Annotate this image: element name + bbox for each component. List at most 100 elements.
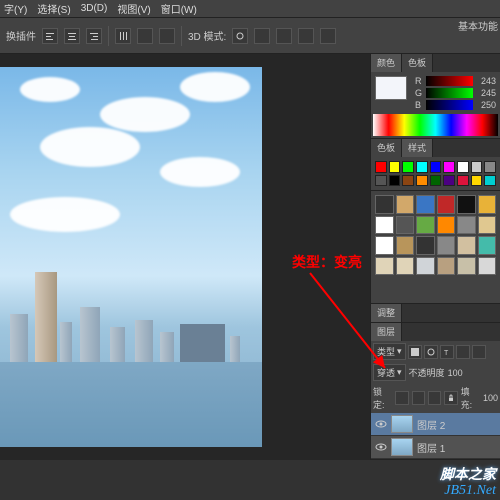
- blend-mode-dropdown[interactable]: 穿透 ▾: [373, 364, 406, 381]
- color-spectrum[interactable]: [373, 114, 498, 136]
- filter-shape-icon[interactable]: [456, 345, 470, 359]
- style-swatch[interactable]: [457, 216, 476, 235]
- distribute-icon[interactable]: [115, 28, 131, 44]
- b-label: B: [415, 100, 423, 110]
- swatch[interactable]: [375, 175, 387, 187]
- b-slider[interactable]: [426, 100, 473, 110]
- style-swatch[interactable]: [416, 195, 435, 214]
- style-swatch[interactable]: [416, 216, 435, 235]
- style-swatch[interactable]: [375, 195, 394, 214]
- swatch[interactable]: [484, 175, 496, 187]
- align-icon[interactable]: [64, 28, 80, 44]
- menu-item[interactable]: 3D(D): [81, 3, 108, 14]
- swatch[interactable]: [375, 161, 387, 173]
- swatch[interactable]: [471, 161, 483, 173]
- color-tab[interactable]: 颜色: [371, 54, 402, 72]
- lock-pixels-icon[interactable]: [412, 391, 425, 405]
- swatch-tab[interactable]: 色板: [402, 54, 433, 72]
- filter-pixel-icon[interactable]: [408, 345, 422, 359]
- swatch[interactable]: [457, 161, 469, 173]
- filter-text-icon[interactable]: T: [440, 345, 454, 359]
- visibility-icon[interactable]: [375, 418, 387, 430]
- style-swatch[interactable]: [396, 216, 415, 235]
- layers-tab[interactable]: 图层: [371, 323, 402, 341]
- swatch[interactable]: [389, 175, 401, 187]
- style-swatch[interactable]: [437, 236, 456, 255]
- style-swatch[interactable]: [437, 216, 456, 235]
- separator: [181, 26, 182, 46]
- filter-smart-icon[interactable]: [472, 345, 486, 359]
- style-swatch[interactable]: [457, 257, 476, 276]
- 3d-icon[interactable]: [254, 28, 270, 44]
- layer-item[interactable]: 图层 2: [371, 413, 500, 436]
- menu-item[interactable]: 选择(S): [37, 1, 70, 16]
- adjust-tab[interactable]: 调整: [371, 304, 402, 322]
- swatch[interactable]: [443, 161, 455, 173]
- swatch[interactable]: [416, 161, 428, 173]
- foreground-color[interactable]: [375, 76, 407, 100]
- 3d-icon[interactable]: [298, 28, 314, 44]
- style-swatch[interactable]: [375, 236, 394, 255]
- swatch-tab[interactable]: 色板: [371, 139, 402, 157]
- swatch[interactable]: [457, 175, 469, 187]
- lock-all-icon[interactable]: [444, 391, 457, 405]
- distribute-icon[interactable]: [159, 28, 175, 44]
- r-slider[interactable]: [426, 76, 473, 86]
- 3d-icon[interactable]: [320, 28, 336, 44]
- filter-type-dropdown[interactable]: 类型 ▾: [373, 343, 406, 360]
- 3d-mode-label: 3D 模式:: [188, 28, 226, 43]
- layer-thumbnail[interactable]: [391, 438, 413, 456]
- swatch[interactable]: [430, 175, 442, 187]
- style-swatch[interactable]: [416, 236, 435, 255]
- layer-name[interactable]: 图层 1: [417, 440, 445, 455]
- swatch[interactable]: [389, 161, 401, 173]
- visibility-icon[interactable]: [375, 441, 387, 453]
- swatch[interactable]: [471, 175, 483, 187]
- workspace-switcher[interactable]: 基本功能: [458, 18, 498, 33]
- distribute-icon[interactable]: [137, 28, 153, 44]
- swatch[interactable]: [402, 161, 414, 173]
- swatch[interactable]: [484, 161, 496, 173]
- style-swatch[interactable]: [478, 236, 497, 255]
- style-swatch[interactable]: [416, 257, 435, 276]
- r-label: R: [415, 76, 423, 86]
- swatch[interactable]: [402, 175, 414, 187]
- lock-label: 锁定:: [373, 385, 392, 411]
- style-swatch[interactable]: [437, 257, 456, 276]
- style-swatch[interactable]: [478, 257, 497, 276]
- styles-tab[interactable]: 样式: [402, 139, 433, 157]
- 3d-icon[interactable]: [232, 28, 248, 44]
- filter-adjust-icon[interactable]: [424, 345, 438, 359]
- swatch[interactable]: [416, 175, 428, 187]
- layer-item[interactable]: 图层 1: [371, 436, 500, 459]
- style-swatch[interactable]: [478, 216, 497, 235]
- fill-value[interactable]: 100: [483, 393, 498, 403]
- lock-position-icon[interactable]: [428, 391, 441, 405]
- options-bar: 换插件 3D 模式:: [0, 18, 500, 54]
- style-grid: [371, 191, 500, 279]
- layer-thumbnail[interactable]: [391, 415, 413, 433]
- style-swatch[interactable]: [437, 195, 456, 214]
- 3d-icon[interactable]: [276, 28, 292, 44]
- style-swatch[interactable]: [375, 216, 394, 235]
- style-swatch[interactable]: [478, 195, 497, 214]
- opacity-label: 不透明度: [409, 366, 445, 379]
- align-icon[interactable]: [42, 28, 58, 44]
- lock-transparent-icon[interactable]: [395, 391, 408, 405]
- swatch[interactable]: [430, 161, 442, 173]
- style-swatch[interactable]: [457, 236, 476, 255]
- menu-item[interactable]: 字(Y): [4, 1, 27, 16]
- style-swatch[interactable]: [396, 257, 415, 276]
- swatch[interactable]: [443, 175, 455, 187]
- g-slider[interactable]: [426, 88, 473, 98]
- layer-name[interactable]: 图层 2: [417, 417, 445, 432]
- document-canvas[interactable]: [0, 67, 262, 447]
- menu-item[interactable]: 视图(V): [117, 1, 150, 16]
- style-swatch[interactable]: [396, 195, 415, 214]
- style-swatch[interactable]: [396, 236, 415, 255]
- style-swatch[interactable]: [375, 257, 394, 276]
- align-icon[interactable]: [86, 28, 102, 44]
- style-swatch[interactable]: [457, 195, 476, 214]
- opacity-value[interactable]: 100: [448, 368, 463, 378]
- menu-item[interactable]: 窗口(W): [161, 1, 197, 16]
